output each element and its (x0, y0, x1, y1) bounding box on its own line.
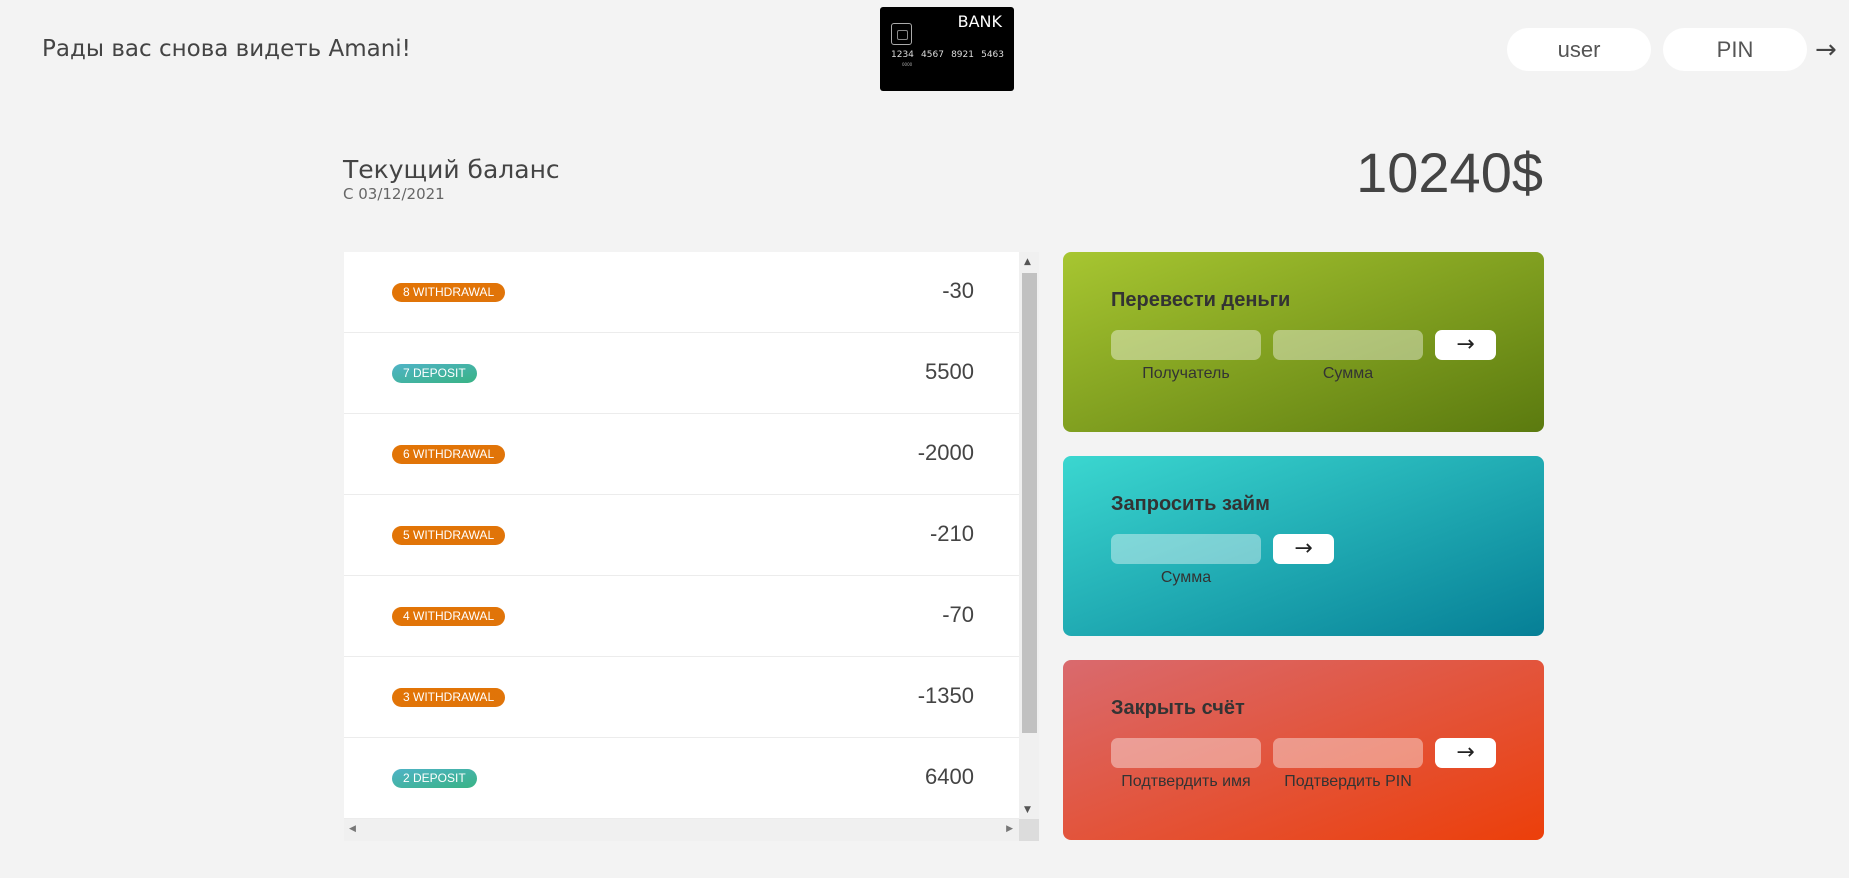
card-chip-icon (891, 23, 912, 45)
card-number-group: 4567 (921, 50, 944, 60)
scroll-right-arrow-icon[interactable]: ▶ (1006, 824, 1013, 834)
scroll-down-arrow-icon[interactable]: ▼ (1024, 805, 1031, 815)
movement-type-badge: 6 withdrawal (392, 445, 505, 464)
card-sub-text: 0000 (902, 62, 913, 67)
scroll-left-arrow-icon[interactable]: ◀ (349, 824, 356, 834)
movement-value: -210 (929, 521, 974, 546)
close-submit-button[interactable]: → (1435, 738, 1496, 768)
scroll-up-arrow-icon[interactable]: ▲ (1024, 257, 1031, 267)
card-number-group: 5463 (981, 50, 1004, 60)
vertical-scrollbar[interactable]: ▲ ▼ (1019, 252, 1039, 819)
movement-type-badge: 3 withdrawal (392, 688, 505, 707)
close-user-label: Подтвердить имя (1121, 773, 1251, 790)
movement-row: 7 deposit 5500 (344, 333, 1019, 414)
movements-rows: 8 withdrawal -30 7 deposit 5500 6 withdrawal… (344, 252, 1019, 819)
transfer-amount-field: Сумма (1273, 330, 1423, 383)
transfer-amount-label: Сумма (1322, 365, 1374, 382)
loan-amount-input[interactable] (1111, 534, 1261, 564)
transfer-to-label: Получатель (1142, 365, 1230, 382)
movement-type-badge: 2 deposit (392, 769, 477, 788)
close-form: Подтвердить имя Подтвердить PIN → (1111, 738, 1496, 791)
movement-row: 8 withdrawal -30 (344, 252, 1019, 333)
transfer-submit-button[interactable]: → (1435, 330, 1496, 360)
movement-value: -1350 (917, 683, 974, 708)
operation-transfer: Перевести деньги Получатель Сумма → (1063, 252, 1544, 432)
transfer-form: Получатель Сумма → (1111, 330, 1496, 383)
movement-row: 6 withdrawal -2000 (344, 414, 1019, 495)
horizontal-scrollbar[interactable]: ◀ ▶ (344, 819, 1019, 841)
loan-title: Запросить займ (1111, 493, 1270, 515)
scrollbar-corner (1019, 819, 1039, 841)
scrollbar-thumb[interactable] (1022, 273, 1037, 733)
movement-value: -70 (942, 602, 974, 627)
balance-value: 10240$ (1356, 141, 1543, 204)
transfer-to-input[interactable] (1111, 330, 1261, 360)
operation-close: Закрыть счёт Подтвердить имя Подтвердить… (1063, 660, 1544, 840)
card-number-group: 8921 (951, 50, 974, 60)
login-pin-input[interactable] (1663, 28, 1807, 71)
loan-amount-field: Сумма (1111, 534, 1261, 587)
close-user-input[interactable] (1111, 738, 1261, 768)
login-button[interactable]: → (1815, 30, 1849, 70)
movement-row: 2 deposit 6400 (344, 738, 1019, 819)
movement-value: 6400 (925, 764, 974, 789)
bank-card-logo: BANK 1234 4567 8921 5463 0000 (880, 7, 1014, 91)
card-number-group: 1234 (891, 50, 914, 60)
loan-submit-button[interactable]: → (1273, 534, 1334, 564)
close-pin-input[interactable] (1273, 738, 1423, 768)
balance-label: Текущий баланс (343, 155, 560, 184)
movement-row: 4 withdrawal -70 (344, 576, 1019, 657)
loan-form: Сумма → (1111, 534, 1496, 587)
movement-type-badge: 7 deposit (392, 364, 477, 383)
movement-value: -30 (942, 278, 974, 303)
operation-loan: Запросить займ Сумма → (1063, 456, 1544, 636)
transfer-amount-input[interactable] (1273, 330, 1423, 360)
movement-type-badge: 8 withdrawal (392, 283, 505, 302)
movement-row: 3 withdrawal -1350 (344, 657, 1019, 738)
logo-brand: BANK (957, 12, 1002, 31)
welcome-message: Рады вас снова видеть Amani! (42, 36, 411, 62)
close-user-field: Подтвердить имя (1111, 738, 1261, 791)
movements-list[interactable]: 8 withdrawal -30 7 deposit 5500 6 withdrawal… (344, 252, 1039, 841)
close-pin-field: Подтвердить PIN (1273, 738, 1423, 791)
close-pin-label: Подтвердить PIN (1284, 773, 1412, 790)
loan-amount-label: Сумма (1160, 569, 1212, 586)
transfer-title: Перевести деньги (1111, 289, 1291, 311)
movement-value: -2000 (917, 440, 974, 465)
login-user-input[interactable] (1507, 28, 1651, 71)
movement-type-badge: 5 withdrawal (392, 526, 505, 545)
balance-date: С 03/12/2021 (343, 185, 445, 203)
card-number: 1234 4567 8921 5463 (891, 50, 1004, 60)
movement-value: 5500 (925, 359, 974, 384)
close-title: Закрыть счёт (1111, 697, 1245, 719)
movement-row: 5 withdrawal -210 (344, 495, 1019, 576)
movement-type-badge: 4 withdrawal (392, 607, 505, 626)
transfer-to-field: Получатель (1111, 330, 1261, 383)
